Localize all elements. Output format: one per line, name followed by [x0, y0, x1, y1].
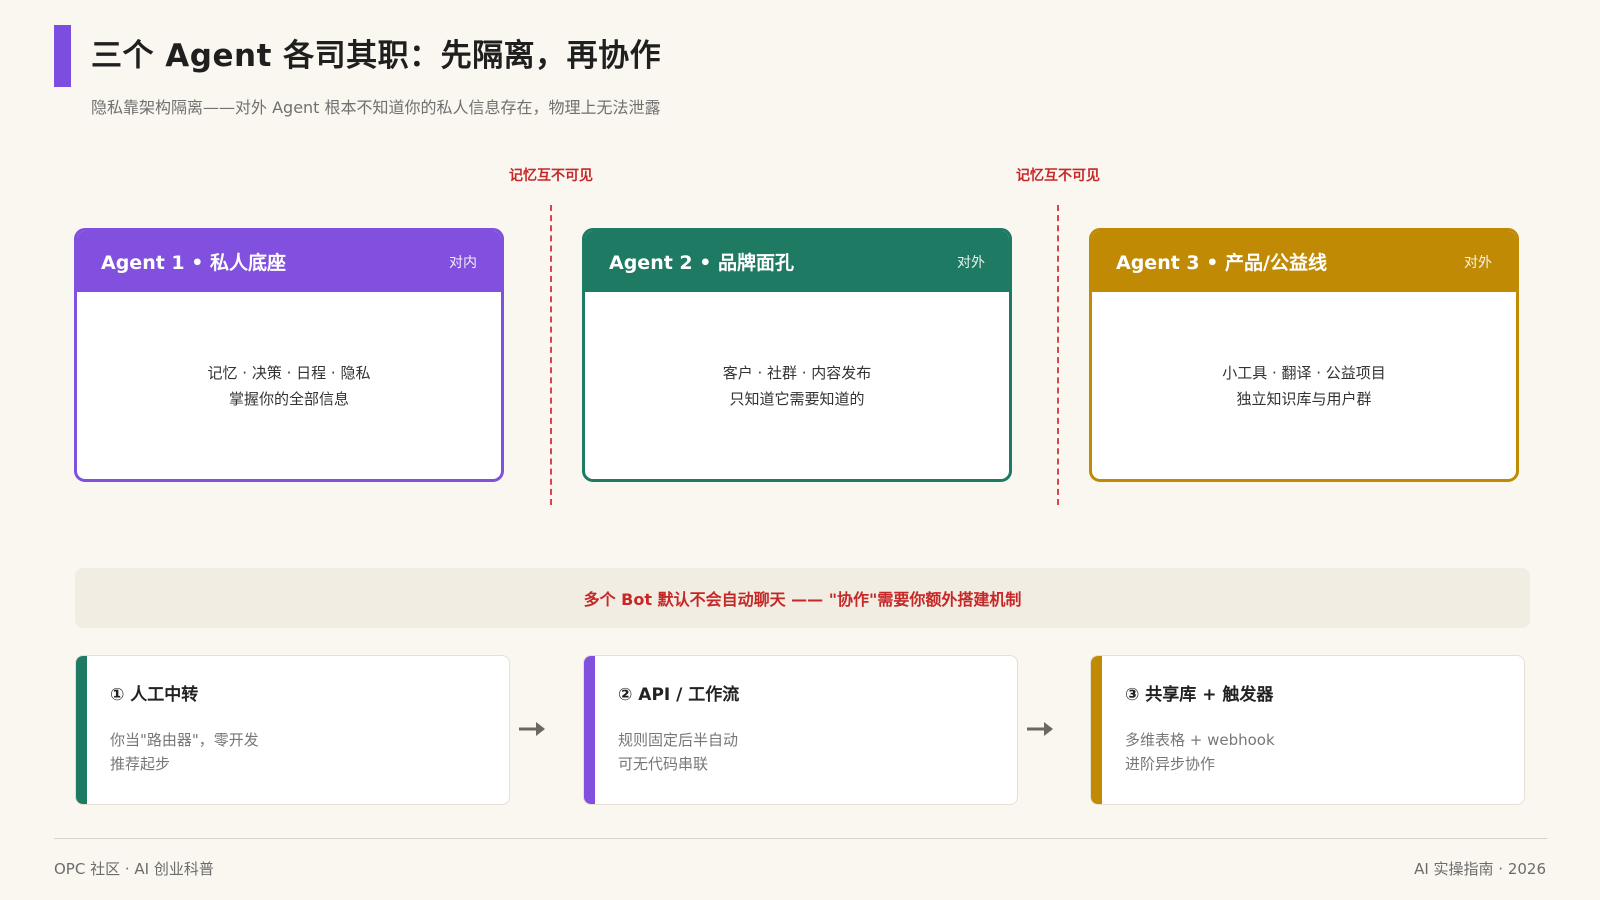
- arrow-right-icon: [519, 722, 545, 736]
- separator-label-2: 记忆互不可见: [1016, 168, 1100, 184]
- page-title: 三个 Agent 各司其职：先隔离，再协作: [91, 38, 662, 74]
- step-title: ③ 共享库 + 触发器: [1125, 685, 1274, 705]
- step-title: ① 人工中转: [110, 685, 199, 705]
- page-subtitle: 隐私靠架构隔离——对外 Agent 根本不知道你的私人信息存在，物理上无法泄露: [91, 98, 661, 117]
- separator-label-1: 记忆互不可见: [509, 168, 593, 184]
- agent-card-header: Agent 1 • 私人底座 对内: [77, 231, 501, 292]
- agent-duties: 记忆 · 决策 · 日程 · 隐私: [207, 364, 371, 382]
- agent-card-header: Agent 3 • 产品/公益线 对外: [1092, 231, 1516, 292]
- step-accent-stripe: [1091, 656, 1102, 804]
- footer-source: OPC 社区 · AI 创业科普: [54, 860, 214, 878]
- step-detail: 你当"路由器"，零开发: [110, 731, 259, 749]
- step-card-shared-trigger: ③ 共享库 + 触发器 多维表格 + webhook 进阶异步协作: [1090, 655, 1525, 805]
- footer-divider: [54, 838, 1547, 839]
- step-accent-stripe: [584, 656, 595, 804]
- arrow-right-icon: [1027, 722, 1053, 736]
- agent-knowledge: 只知道它需要知道的: [729, 390, 865, 408]
- step-description: 规则固定后半自动 可无代码串联: [618, 728, 738, 776]
- title-accent-bar: [54, 25, 71, 87]
- agent-card-1: Agent 1 • 私人底座 对内 记忆 · 决策 · 日程 · 隐私 掌握你的…: [74, 228, 504, 482]
- agent-description: 小工具 · 翻译 · 公益项目 独立知识库与用户群: [1092, 292, 1516, 412]
- agent-scope-tag: 对外: [1464, 254, 1492, 271]
- step-card-manual-relay: ① 人工中转 你当"路由器"，零开发 推荐起步: [75, 655, 510, 805]
- step-card-api-workflow: ② API / 工作流 规则固定后半自动 可无代码串联: [583, 655, 1018, 805]
- separator-line-2: [1057, 205, 1059, 505]
- agent-name: Agent 2 • 品牌面孔: [609, 252, 795, 274]
- agent-card-3: Agent 3 • 产品/公益线 对外 小工具 · 翻译 · 公益项目 独立知识…: [1089, 228, 1519, 482]
- step-description: 多维表格 + webhook 进阶异步协作: [1125, 728, 1275, 776]
- separator-line-1: [550, 205, 552, 505]
- step-detail: 规则固定后半自动: [618, 731, 739, 749]
- agent-name: Agent 3 • 产品/公益线: [1116, 252, 1327, 274]
- agent-scope-tag: 对内: [449, 254, 477, 271]
- agent-description: 记忆 · 决策 · 日程 · 隐私 掌握你的全部信息: [77, 292, 501, 412]
- agent-scope-tag: 对外: [957, 254, 985, 271]
- step-note: 可无代码串联: [618, 755, 709, 773]
- step-note: 进阶异步协作: [1125, 755, 1216, 773]
- agent-duties: 客户 · 社群 · 内容发布: [722, 364, 872, 382]
- agent-card-header: Agent 2 • 品牌面孔 对外: [585, 231, 1009, 292]
- step-description: 你当"路由器"，零开发 推荐起步: [110, 728, 259, 776]
- step-detail: 多维表格 + webhook: [1125, 731, 1275, 749]
- collaboration-warning-banner: 多个 Bot 默认不会自动聊天 —— "协作"需要你额外搭建机制: [75, 568, 1530, 628]
- step-title: ② API / 工作流: [618, 685, 740, 705]
- footer-series: AI 实操指南 · 2026: [1414, 860, 1546, 878]
- agent-duties: 小工具 · 翻译 · 公益项目: [1222, 364, 1386, 382]
- agent-knowledge: 独立知识库与用户群: [1236, 390, 1372, 408]
- step-accent-stripe: [76, 656, 87, 804]
- agent-description: 客户 · 社群 · 内容发布 只知道它需要知道的: [585, 292, 1009, 412]
- agent-name: Agent 1 • 私人底座: [101, 252, 287, 274]
- agent-card-2: Agent 2 • 品牌面孔 对外 客户 · 社群 · 内容发布 只知道它需要知…: [582, 228, 1012, 482]
- step-note: 推荐起步: [110, 755, 171, 773]
- agent-knowledge: 掌握你的全部信息: [228, 390, 349, 408]
